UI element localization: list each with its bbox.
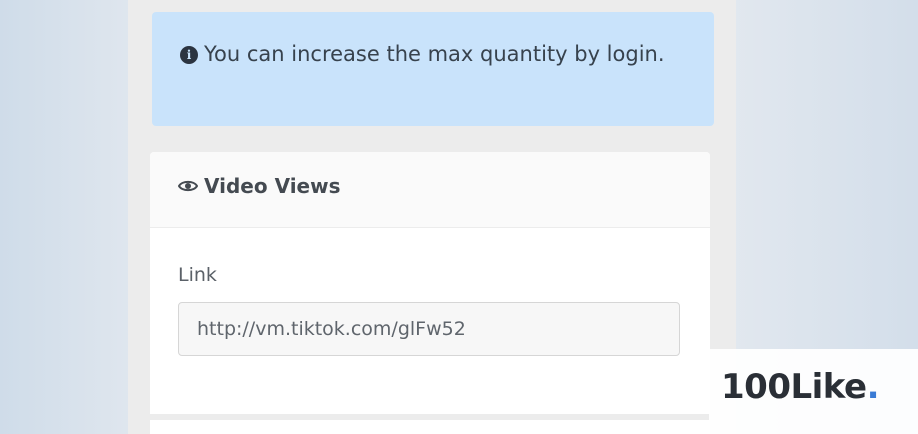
- card-header: Video Views: [150, 152, 710, 228]
- card-divider: [150, 414, 710, 420]
- watermark-text: 100Like: [721, 367, 867, 407]
- watermark-dot: .: [866, 367, 880, 407]
- watermark-logo: 100Like.: [709, 349, 918, 434]
- eye-icon: [177, 174, 199, 198]
- card-title: Video Views: [177, 174, 682, 198]
- card-title-text: Video Views: [204, 174, 341, 198]
- video-views-card: Video Views Link: [150, 152, 710, 434]
- link-label: Link: [178, 264, 217, 286]
- info-icon: i: [180, 46, 198, 64]
- alert-message: You can increase the max quantity by log…: [204, 42, 665, 66]
- card-body: Link: [150, 264, 710, 356]
- link-input[interactable]: [178, 302, 680, 356]
- login-info-alert: i You can increase the max quantity by lo…: [152, 12, 714, 126]
- background-left: [0, 0, 130, 434]
